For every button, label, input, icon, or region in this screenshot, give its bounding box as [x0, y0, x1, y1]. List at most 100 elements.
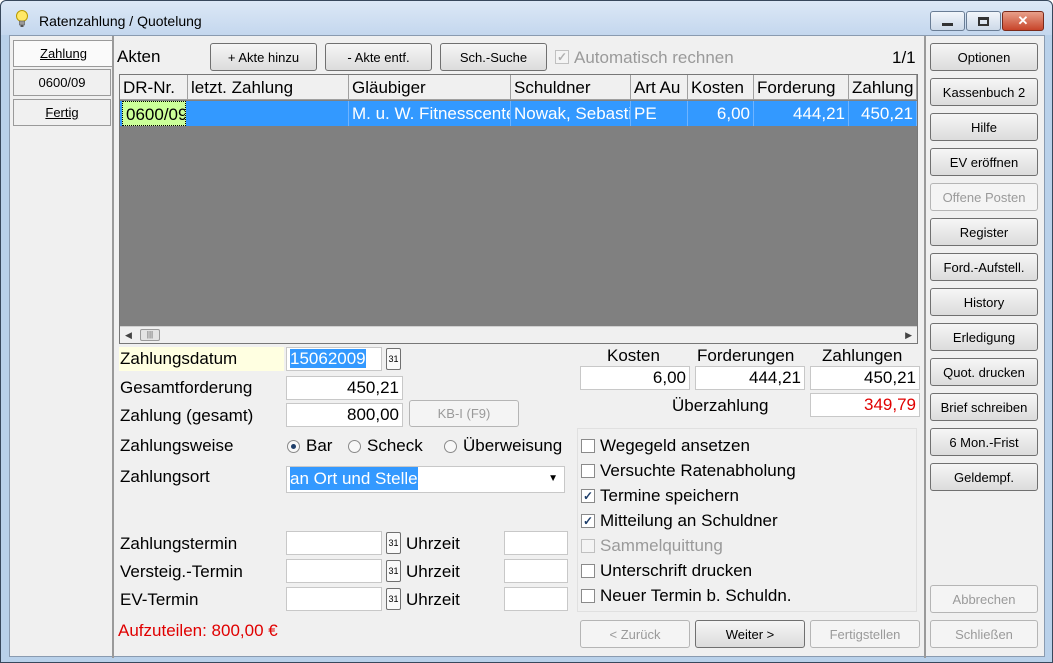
ev-time-input[interactable]	[504, 587, 568, 611]
scroll-left-icon[interactable]: ◀	[125, 330, 132, 341]
register-button[interactable]: Register	[930, 218, 1038, 246]
maximize-button[interactable]	[966, 11, 1001, 31]
title-bar[interactable]: Ratenzahlung / Quotelung ✕	[1, 1, 1052, 35]
column-header[interactable]: Forderung	[754, 75, 849, 100]
tab-fertig[interactable]: Fertig	[13, 99, 111, 126]
zahlungsdatum-input[interactable]: 15062009	[286, 347, 382, 371]
column-header[interactable]: Gläubiger	[349, 75, 511, 100]
next-button[interactable]: Weiter >	[695, 620, 805, 648]
ratenabholung-checkbox[interactable]	[581, 464, 595, 478]
quot-drucken-button[interactable]: Quot. drucken	[930, 358, 1038, 386]
tab-case[interactable]: 0600/09	[13, 69, 111, 96]
close-window-button[interactable]: ✕	[1002, 11, 1044, 31]
radio-scheck-label: Scheck	[367, 436, 423, 455]
search-debtor-button[interactable]: Sch.-Suche	[440, 43, 547, 71]
left-divider	[112, 36, 114, 658]
table-cell[interactable]	[188, 101, 349, 126]
tab-zahlung[interactable]: Zahlung	[13, 40, 113, 67]
chevron-down-icon[interactable]: ▼	[548, 468, 558, 490]
calendar-icon[interactable]: 31	[386, 348, 401, 370]
versteig-input[interactable]	[286, 559, 382, 583]
table-cell[interactable]: 450,21	[849, 101, 917, 126]
geldempf-button[interactable]: Geldempf.	[930, 463, 1038, 491]
table-cell[interactable]: 444,21	[754, 101, 849, 126]
scroll-right-icon[interactable]: ▶	[905, 330, 912, 341]
window-title: Ratenzahlung / Quotelung	[39, 13, 202, 29]
termine-checkbox[interactable]: ✓	[581, 489, 595, 503]
unterschrift-checkbox[interactable]	[581, 564, 595, 578]
brief-schreiben-button[interactable]: Brief schreiben	[930, 393, 1038, 421]
mitteilung-checkbox[interactable]: ✓	[581, 514, 595, 528]
add-akte-button[interactable]: + Akte hinzu	[210, 43, 317, 71]
minimize-button[interactable]	[930, 11, 965, 31]
tab-label: 0600/09	[38, 75, 86, 90]
calendar-icon[interactable]: 31	[386, 588, 401, 610]
radio-scheck[interactable]	[348, 440, 361, 453]
ev-label: EV-Termin	[120, 590, 199, 609]
forderungen-field: 444,21	[695, 366, 805, 390]
kassenbuch-button[interactable]: Kassenbuch 2	[930, 78, 1038, 106]
column-header[interactable]: Kosten	[688, 75, 754, 100]
column-header[interactable]: DR-Nr.	[120, 75, 188, 100]
right-divider	[924, 36, 926, 658]
table-cell[interactable]: M. u. W. Fitnesscenter	[349, 101, 511, 126]
neuer-termin-label: Neuer Termin b. Schuldn.	[600, 586, 792, 605]
cancel-button[interactable]: Abbrechen	[930, 585, 1038, 613]
hilfe-button[interactable]: Hilfe	[930, 113, 1038, 141]
app-window: Ratenzahlung / Quotelung ✕ Zahlung 0600/…	[0, 0, 1053, 663]
zahlungsort-select[interactable]: an Ort und Stelle ▼	[286, 466, 565, 493]
calendar-icon[interactable]: 31	[386, 532, 401, 554]
table-row[interactable]: 0600/09 M. u. W. Fitnesscenter Nowak, Se…	[120, 101, 917, 126]
termine-label: Termine speichern	[600, 486, 739, 505]
table-cell[interactable]: 6,00	[688, 101, 754, 126]
table-cell[interactable]: 0600/09	[122, 101, 186, 126]
ford-aufstell-button[interactable]: Ford.-Aufstell.	[930, 253, 1038, 281]
column-header[interactable]: Art Au	[631, 75, 688, 100]
zahlungsort-value: an Ort und Stelle	[290, 467, 418, 490]
zahlung-input[interactable]: 800,00	[286, 403, 403, 427]
uhrzeit-label: Uhrzeit	[406, 590, 460, 609]
radio-ueberweisung[interactable]	[444, 440, 457, 453]
table-cell[interactable]: Nowak, Sebastian	[511, 101, 631, 126]
zahlungstermin-time-input[interactable]	[504, 531, 568, 555]
optionen-button[interactable]: Optionen	[930, 43, 1038, 71]
sammelquittung-label: Sammelquittung	[600, 536, 723, 555]
wegegeld-label: Wegegeld ansetzen	[600, 436, 750, 455]
ueberzahlung-field: 349,79	[810, 393, 920, 417]
mon-frist-button[interactable]: 6 Mon.-Frist	[930, 428, 1038, 456]
finish-button[interactable]: Fertigstellen	[810, 620, 920, 648]
offene-posten-button[interactable]: Offene Posten	[930, 183, 1038, 211]
client-area: Zahlung 0600/09 Fertig Akten + Akte hinz…	[9, 35, 1045, 658]
sammelquittung-checkbox[interactable]	[581, 539, 595, 553]
ev-input[interactable]	[286, 587, 382, 611]
history-button[interactable]: History	[930, 288, 1038, 316]
zahlungstermin-input[interactable]	[286, 531, 382, 555]
zahlung-label: Zahlung (gesamt)	[120, 406, 254, 425]
tab-label: Fertig	[45, 105, 79, 120]
zahlungstermin-label: Zahlungstermin	[120, 534, 238, 553]
horizontal-scrollbar[interactable]: ◀ ||| ▶	[120, 326, 917, 343]
wegegeld-checkbox[interactable]	[581, 439, 595, 453]
column-header[interactable]: Zahlung	[849, 75, 917, 100]
remove-akte-button[interactable]: - Akte entf.	[325, 43, 432, 71]
forderungen-header: Forderungen	[697, 346, 795, 365]
radio-bar-label: Bar	[306, 436, 333, 455]
akten-grid[interactable]: DR-Nr. letzt. Zahlung Gläubiger Schuldne…	[119, 74, 918, 344]
calendar-icon[interactable]: 31	[386, 560, 401, 582]
table-cell[interactable]: PE	[631, 101, 688, 126]
auto-calc-label: Automatisch rechnen	[574, 48, 734, 67]
auto-calc-checkbox[interactable]: ✓	[555, 50, 569, 64]
kb-button[interactable]: KB-I (F9)	[409, 400, 519, 427]
back-button[interactable]: < Zurück	[580, 620, 690, 648]
erledigung-button[interactable]: Erledigung	[930, 323, 1038, 351]
uhrzeit-label: Uhrzeit	[406, 562, 460, 581]
ev-eroeffnen-button[interactable]: EV eröffnen	[930, 148, 1038, 176]
close-button[interactable]: Schließen	[930, 620, 1038, 648]
scroll-thumb[interactable]: |||	[140, 329, 160, 341]
versteig-time-input[interactable]	[504, 559, 568, 583]
neuer-termin-checkbox[interactable]	[581, 589, 595, 603]
radio-bar[interactable]	[287, 440, 300, 453]
column-header[interactable]: Schuldner	[511, 75, 631, 100]
tab-label: Zahlung	[40, 46, 87, 61]
column-header[interactable]: letzt. Zahlung	[188, 75, 349, 100]
